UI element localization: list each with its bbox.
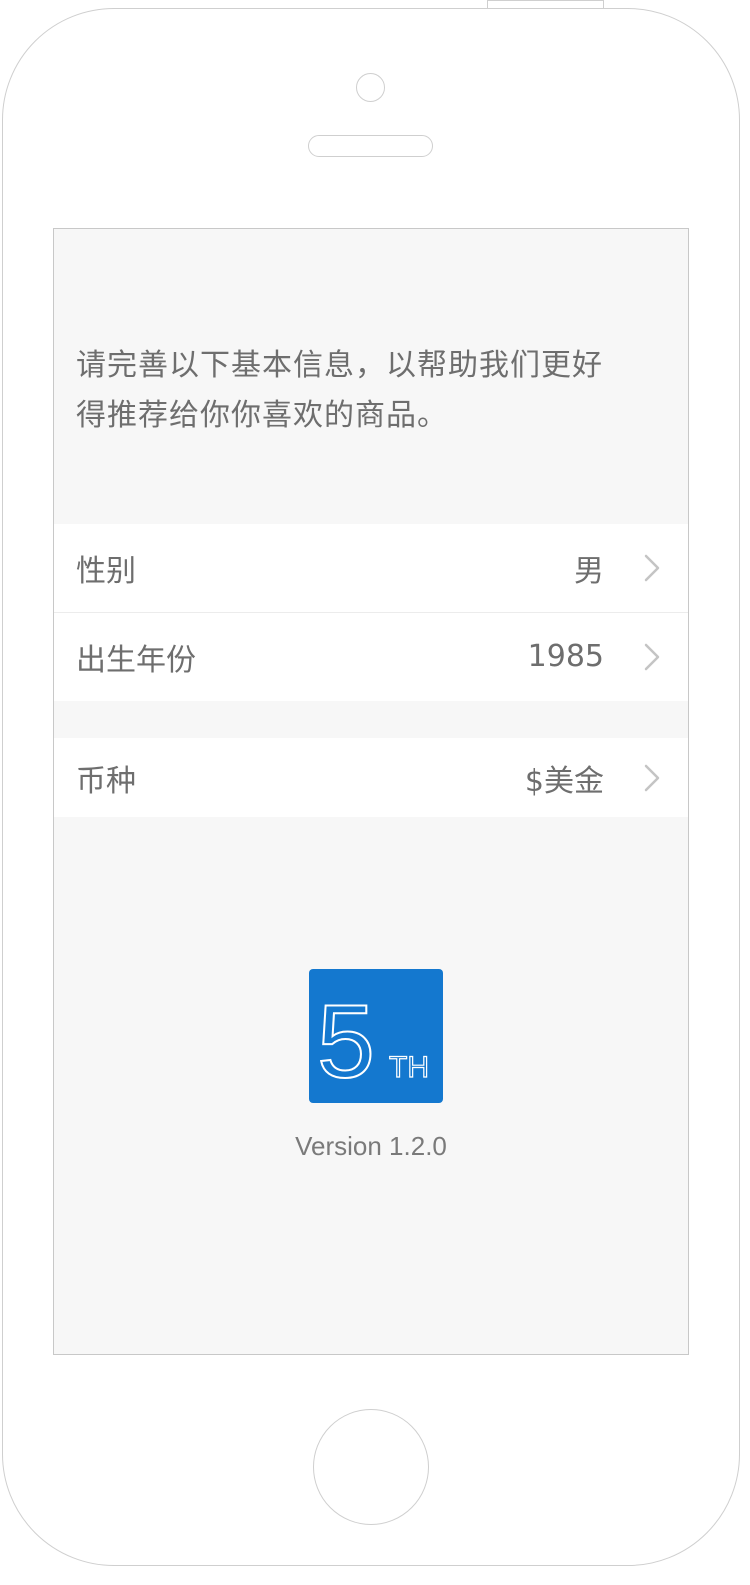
- earpiece-speaker: [308, 135, 433, 157]
- intro-text: 请完善以下基本信息，以帮助我们更好 得推荐给你你喜欢的商品。: [76, 341, 666, 441]
- gender-label: 性别: [76, 554, 136, 589]
- currency-value: $美金: [524, 763, 604, 799]
- currency-settings-group: 币种 $美金: [54, 738, 688, 817]
- birth-year-value: 1985: [527, 639, 604, 674]
- chevron-right-icon: [644, 554, 660, 582]
- currency-label: 币种: [76, 763, 136, 799]
- home-button[interactable]: [313, 1409, 429, 1525]
- gender-row[interactable]: 性别 男: [54, 524, 688, 612]
- app-logo: 5 TH: [309, 969, 443, 1103]
- intro-line-1: 请完善以下基本信息，以帮助我们更好: [76, 348, 603, 383]
- app-screen: 请完善以下基本信息，以帮助我们更好 得推荐给你你喜欢的商品。 性别 男 出生年份…: [53, 228, 689, 1355]
- power-button: [487, 0, 604, 8]
- chevron-right-icon: [644, 643, 660, 670]
- front-camera: [356, 73, 385, 102]
- logo-numeral: 5: [317, 984, 375, 1100]
- currency-row[interactable]: 币种 $美金: [54, 738, 688, 817]
- birth-year-row[interactable]: 出生年份 1985: [54, 612, 688, 700]
- app-logo-mark: 5 TH: [316, 983, 430, 1101]
- gender-value: 男: [574, 554, 604, 589]
- chevron-right-icon: [644, 764, 660, 791]
- logo-suffix: TH: [389, 1051, 429, 1084]
- profile-settings-group: 性别 男 出生年份 1985: [54, 524, 688, 701]
- birth-year-label: 出生年份: [76, 642, 196, 678]
- intro-line-2: 得推荐给你你喜欢的商品。: [76, 398, 448, 433]
- version-text: Version 1.2.0: [295, 1131, 447, 1161]
